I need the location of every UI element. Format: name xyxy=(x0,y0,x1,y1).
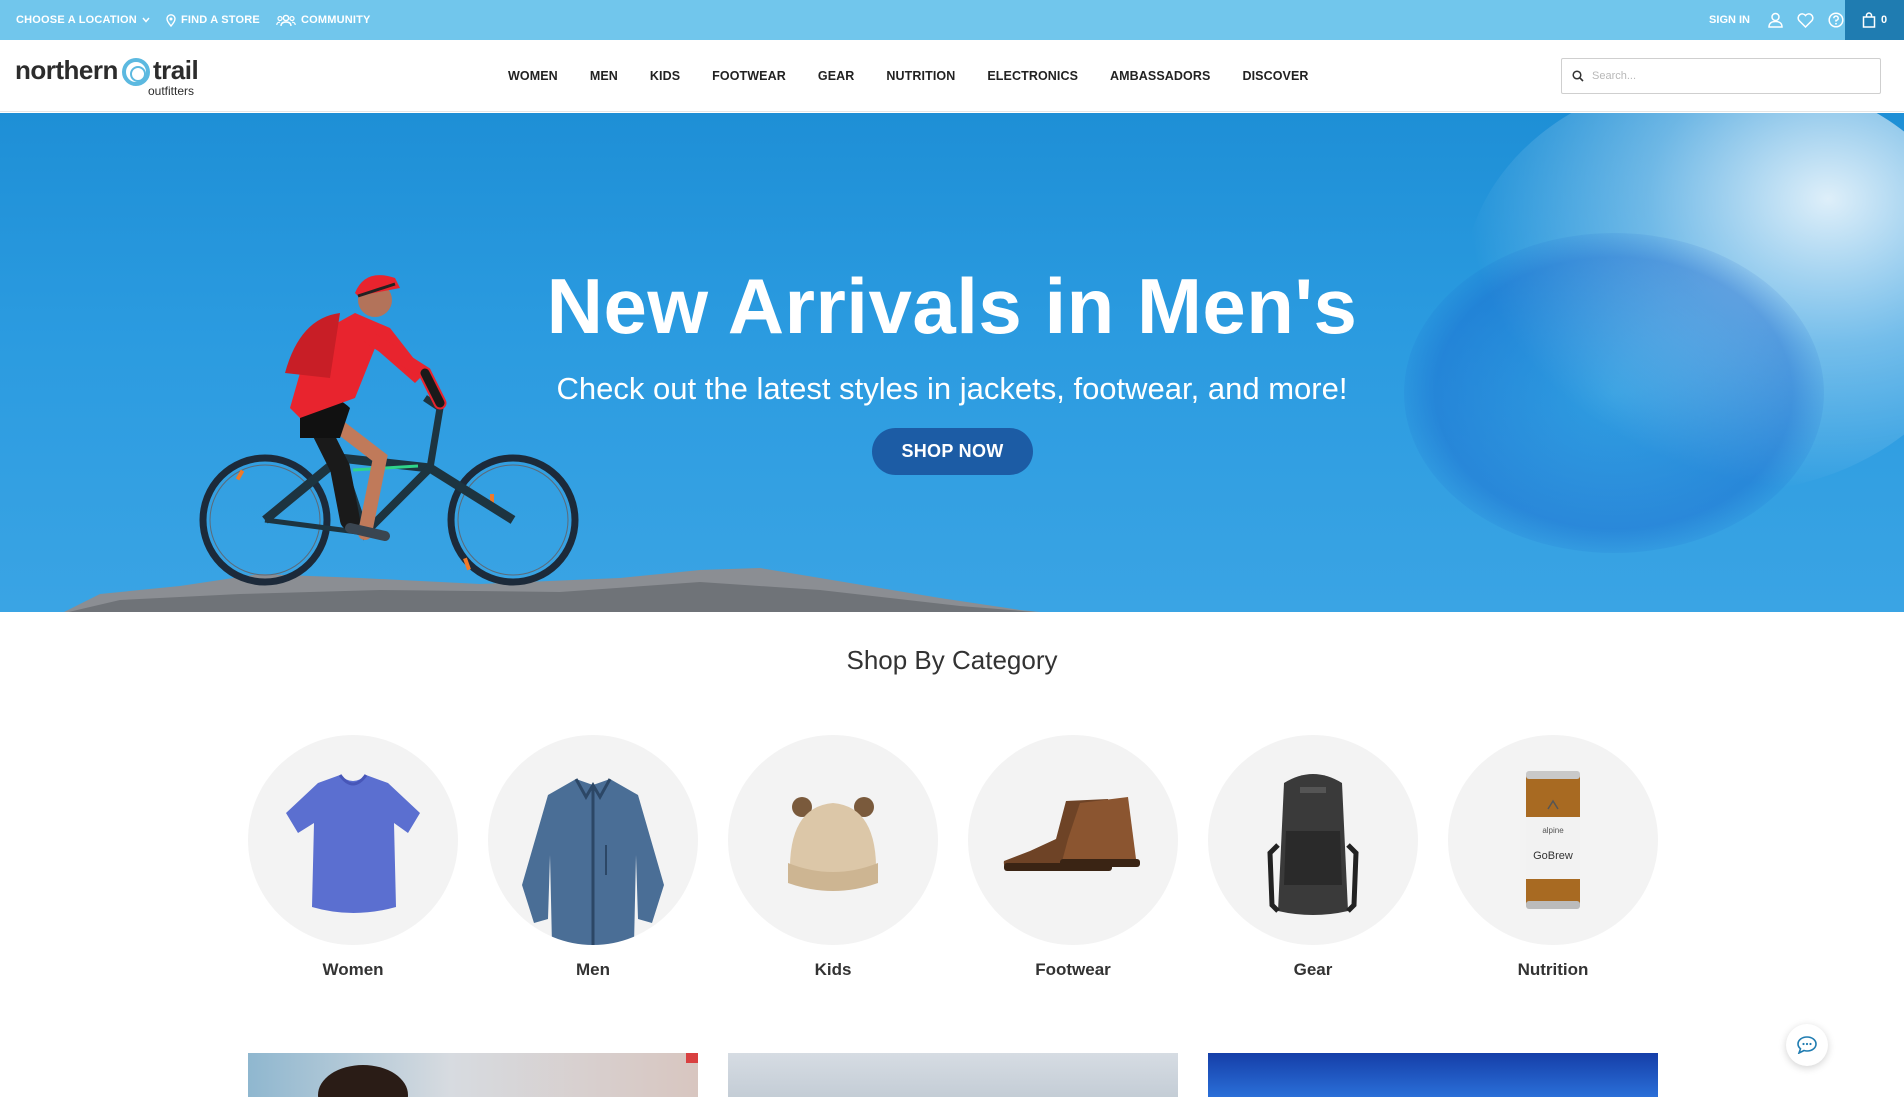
boot-icon xyxy=(1003,797,1140,871)
logo-tagline: outfitters xyxy=(148,84,195,98)
cart-count: 0 xyxy=(1880,14,1888,26)
shop-now-button[interactable]: SHOP NOW xyxy=(872,428,1033,475)
brand-logo[interactable]: northern trail outfitters xyxy=(15,55,205,99)
choose-location-dropdown[interactable]: CHOOSE A LOCATION xyxy=(16,14,150,26)
nav-kids[interactable]: KIDS xyxy=(650,69,680,83)
backpack-icon xyxy=(1267,774,1359,915)
hero-title: New Arrivals in Men's xyxy=(546,262,1358,350)
category-kids-image xyxy=(728,735,938,945)
nav-discover[interactable]: DISCOVER xyxy=(1242,69,1308,83)
user-icon[interactable] xyxy=(1768,12,1783,28)
category-gear-image xyxy=(1208,735,1418,945)
map-pin-icon xyxy=(166,13,176,27)
category-kids-label: Kids xyxy=(814,960,852,979)
heart-icon[interactable] xyxy=(1797,12,1814,28)
category-men-image xyxy=(488,735,698,945)
main-nav: WOMEN MEN KIDS FOOTWEAR GEAR NUTRITION E… xyxy=(508,40,1309,112)
category-kids[interactable]: Kids xyxy=(728,735,938,985)
search-input[interactable] xyxy=(1592,70,1862,82)
promo-tile-1-accent xyxy=(686,1053,698,1063)
can-icon: alpine GoBrew xyxy=(1526,771,1580,909)
category-footwear-label: Footwear xyxy=(1035,960,1111,979)
category-list: Women Men Kids Footwear Gear alpine GoBr… xyxy=(248,735,1659,985)
can-product-text: GoBrew xyxy=(1533,850,1573,862)
chat-button[interactable] xyxy=(1786,1024,1828,1066)
category-gear[interactable]: Gear xyxy=(1208,735,1418,985)
promo-tile-2[interactable] xyxy=(728,1053,1178,1097)
chevron-down-icon xyxy=(142,17,150,23)
shop-by-category-title: Shop By Category xyxy=(846,645,1058,675)
community-label: COMMUNITY xyxy=(300,14,371,26)
find-store-label: FIND A STORE xyxy=(180,14,260,26)
community-link[interactable]: COMMUNITY xyxy=(276,14,371,27)
nav-gear[interactable]: GEAR xyxy=(818,69,855,83)
category-nutrition[interactable]: alpine GoBrew Nutrition xyxy=(1448,735,1658,985)
logo-ring-icon xyxy=(122,58,150,86)
choose-location-label: CHOOSE A LOCATION xyxy=(16,14,137,26)
shopping-bag-icon xyxy=(1862,12,1876,28)
jacket-icon xyxy=(522,778,664,945)
logo-word-trail: trail xyxy=(153,55,199,85)
nav-ambassadors[interactable]: AMBASSADORS xyxy=(1110,69,1210,83)
category-women[interactable]: Women xyxy=(248,735,458,985)
can-brand-text: alpine xyxy=(1542,826,1564,835)
category-footwear[interactable]: Footwear xyxy=(968,735,1178,985)
help-icon[interactable] xyxy=(1828,12,1844,28)
find-store-link[interactable]: FIND A STORE xyxy=(166,13,260,27)
nav-nutrition[interactable]: NUTRITION xyxy=(886,69,955,83)
search-box xyxy=(1561,58,1881,94)
promo-tile-3[interactable] xyxy=(1208,1053,1658,1097)
community-icon xyxy=(276,14,296,26)
category-men[interactable]: Men xyxy=(488,735,698,985)
search-icon xyxy=(1572,70,1584,82)
nav-footwear[interactable]: FOOTWEAR xyxy=(712,69,786,83)
category-men-label: Men xyxy=(576,960,610,979)
nav-women[interactable]: WOMEN xyxy=(508,69,558,83)
hero-subtitle: Check out the latest styles in jackets, … xyxy=(556,371,1348,406)
promo-tile-1-image xyxy=(318,1065,408,1097)
category-footwear-image xyxy=(968,735,1178,945)
main-header: northern trail outfitters WOMEN MEN KIDS… xyxy=(0,40,1904,112)
cart-button[interactable]: 0 xyxy=(1845,0,1904,40)
promo-tile-1[interactable] xyxy=(248,1053,698,1097)
category-nutrition-label: Nutrition xyxy=(1517,960,1589,979)
beanie-icon xyxy=(788,797,878,891)
chat-bubble-icon xyxy=(1797,1036,1817,1054)
category-nutrition-image: alpine GoBrew xyxy=(1448,735,1658,945)
sign-in-link[interactable]: SIGN IN xyxy=(1709,14,1750,26)
category-women-image xyxy=(248,735,458,945)
logo-word-northern: northern xyxy=(15,55,118,85)
hero-banner: New Arrivals in Men's Check out the late… xyxy=(0,113,1904,612)
tshirt-icon xyxy=(286,774,420,913)
category-gear-label: Gear xyxy=(1293,960,1333,979)
category-women-label: Women xyxy=(322,960,384,979)
utility-bar: CHOOSE A LOCATION FIND A STORE COMMUNITY… xyxy=(0,0,1904,40)
nav-men[interactable]: MEN xyxy=(590,69,618,83)
nav-electronics[interactable]: ELECTRONICS xyxy=(987,69,1078,83)
